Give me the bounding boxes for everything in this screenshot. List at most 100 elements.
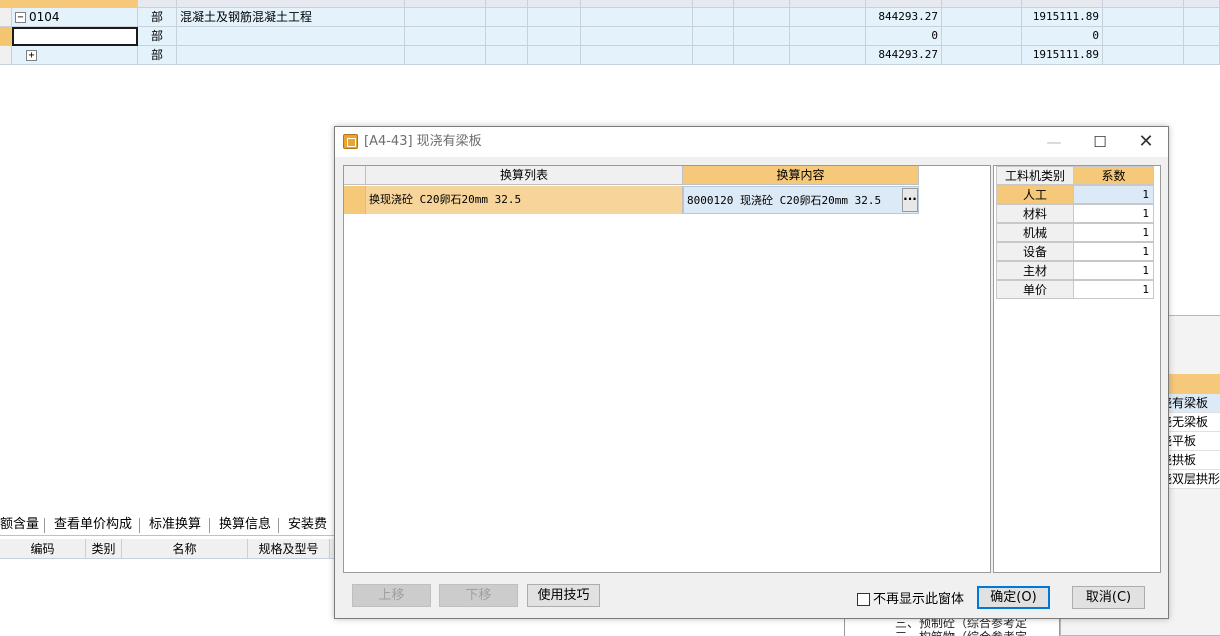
coefficient-row[interactable]: 单价 1 — [996, 280, 1154, 299]
row-cell[interactable] — [942, 46, 1022, 65]
row-name[interactable] — [177, 46, 405, 65]
grid-header-col12[interactable] — [942, 0, 1022, 8]
coefficient-factor-input[interactable]: 1 — [1074, 223, 1154, 242]
tab-quota-content[interactable]: 额含量 — [0, 514, 44, 536]
coefficient-factor-input[interactable]: 1 — [1074, 242, 1154, 261]
row-cell[interactable] — [1103, 46, 1184, 65]
row-cell[interactable] — [790, 46, 866, 65]
close-icon[interactable]: ✕ — [1123, 127, 1169, 157]
cancel-button[interactable]: 取消(C) — [1072, 586, 1145, 609]
conversion-header-content[interactable]: 换算内容 — [683, 166, 919, 185]
row-cell[interactable] — [693, 8, 734, 27]
grid-header-col7[interactable] — [581, 0, 693, 8]
row-type[interactable]: 部 — [138, 46, 177, 65]
grid-header-name[interactable] — [177, 0, 405, 8]
coefficient-header-factor[interactable]: 系数 — [1074, 166, 1154, 185]
row-cell[interactable] — [528, 27, 581, 46]
dont-show-label[interactable]: 不再显示此窗体 — [873, 590, 964, 609]
row-total-1[interactable]: 844293.27 — [866, 46, 942, 65]
list-item[interactable]: 浇双层拱形 — [1160, 470, 1220, 489]
grid-header-col11[interactable] — [866, 0, 942, 8]
row-cell[interactable] — [405, 46, 486, 65]
row-cell[interactable] — [1103, 27, 1184, 46]
detail-col-type[interactable]: 类别 — [86, 539, 122, 559]
row-cell[interactable] — [790, 27, 866, 46]
row-type[interactable]: 部 — [138, 27, 177, 46]
tab-unit-price[interactable]: 查看单价构成 — [49, 514, 137, 536]
row-cell[interactable] — [942, 27, 1022, 46]
coefficient-factor-input[interactable]: 1 — [1074, 185, 1154, 204]
tab-install-fee[interactable]: 安装费用 — [283, 514, 336, 554]
list-item[interactable]: 浇无梁板 — [1160, 413, 1220, 432]
grid-header-col13[interactable] — [1022, 0, 1103, 8]
row-cell[interactable] — [486, 46, 528, 65]
tree-item[interactable]: 三、构筑物（综合参考定 — [895, 628, 1027, 636]
coefficient-row[interactable]: 设备 1 — [996, 242, 1154, 261]
list-item[interactable]: 浇平板 — [1160, 432, 1220, 451]
grid-header-type[interactable] — [138, 0, 177, 8]
coefficient-factor-input[interactable]: 1 — [1074, 261, 1154, 280]
row-cell[interactable] — [790, 8, 866, 27]
row-cell[interactable] — [734, 8, 790, 27]
coefficient-row[interactable]: 主材 1 — [996, 261, 1154, 280]
dialog-titlebar[interactable]: [A4-43] 现浇有梁板 — ☐ ✕ — [335, 127, 1168, 157]
row-cell[interactable] — [1103, 8, 1184, 27]
coefficient-row[interactable]: 材料 1 — [996, 204, 1154, 223]
row-cell[interactable] — [581, 27, 693, 46]
tab-standard-conversion[interactable]: 标准换算 — [144, 514, 206, 536]
row-name[interactable]: 混凝土及钢筋混凝土工程 — [177, 8, 405, 27]
coefficient-factor-input[interactable]: 1 — [1074, 280, 1154, 299]
table-row[interactable]: −0104 部 混凝土及钢筋混凝土工程 844293.27 1915111.89 — [0, 8, 1220, 27]
conversion-list-cell[interactable]: 换现浇砼 C20卵石20mm 32.5 — [366, 186, 683, 214]
row-name[interactable] — [177, 27, 405, 46]
row-cell[interactable] — [528, 46, 581, 65]
row-cell[interactable] — [405, 8, 486, 27]
row-cell[interactable] — [581, 46, 693, 65]
row-cell[interactable] — [581, 8, 693, 27]
tips-button[interactable]: 使用技巧 — [527, 584, 600, 607]
row-cell[interactable] — [734, 46, 790, 65]
row-code-cell[interactable]: −0104 — [12, 8, 138, 27]
list-item[interactable]: 浇有梁板 — [1160, 394, 1220, 413]
ellipsis-button[interactable]: ··· — [902, 188, 918, 212]
coefficient-row[interactable]: 机械 1 — [996, 223, 1154, 242]
row-cell[interactable] — [693, 46, 734, 65]
coefficient-factor-input[interactable]: 1 — [1074, 204, 1154, 223]
row-cell[interactable] — [486, 8, 528, 27]
collapse-icon[interactable]: − — [15, 12, 26, 23]
row-cell[interactable] — [734, 27, 790, 46]
conversion-content-cell[interactable]: 8000120 现浇砼 C20卵石20mm 32.5 — [683, 186, 919, 214]
expand-icon[interactable]: + — [26, 50, 37, 61]
table-row[interactable]: 部 0 0 — [0, 27, 1220, 46]
grid-header-col9[interactable] — [734, 0, 790, 8]
row-total-2[interactable]: 1915111.89 — [1022, 8, 1103, 27]
grid-header-col5[interactable] — [486, 0, 528, 8]
row-code-cell[interactable]: + — [12, 46, 138, 65]
row-total-2[interactable]: 1915111.89 — [1022, 46, 1103, 65]
row-total-1[interactable]: 844293.27 — [866, 8, 942, 27]
grid-header-col4[interactable] — [405, 0, 486, 8]
grid-header-col10[interactable] — [790, 0, 866, 8]
grid-header-code[interactable] — [0, 0, 138, 8]
row-type[interactable]: 部 — [138, 8, 177, 27]
conversion-header-list[interactable]: 换算列表 — [366, 166, 683, 185]
detail-col-name[interactable]: 名称 — [122, 539, 248, 559]
table-row[interactable]: + 部 844293.27 1915111.89 — [0, 46, 1220, 65]
move-down-button[interactable]: 下移 — [439, 584, 518, 607]
grid-header-col15[interactable] — [1184, 0, 1220, 8]
grid-header-col8[interactable] — [693, 0, 734, 8]
row-cell[interactable] — [942, 8, 1022, 27]
coefficient-row[interactable]: 人工 1 — [996, 185, 1154, 204]
minimize-icon[interactable]: — — [1031, 127, 1077, 157]
grid-header-col6[interactable] — [528, 0, 581, 8]
detail-col-spec[interactable]: 规格及型号 — [248, 539, 330, 559]
list-item[interactable]: 浇拱板 — [1160, 451, 1220, 470]
row-cell[interactable] — [1184, 27, 1220, 46]
dont-show-checkbox[interactable] — [857, 593, 870, 606]
row-cell[interactable] — [1184, 8, 1220, 27]
row-cell[interactable] — [486, 27, 528, 46]
row-cell[interactable] — [693, 27, 734, 46]
detail-col-code[interactable]: 编码 — [0, 539, 86, 559]
coefficient-header-category[interactable]: 工料机类别 — [996, 166, 1074, 185]
ok-button[interactable]: 确定(O) — [977, 586, 1050, 609]
